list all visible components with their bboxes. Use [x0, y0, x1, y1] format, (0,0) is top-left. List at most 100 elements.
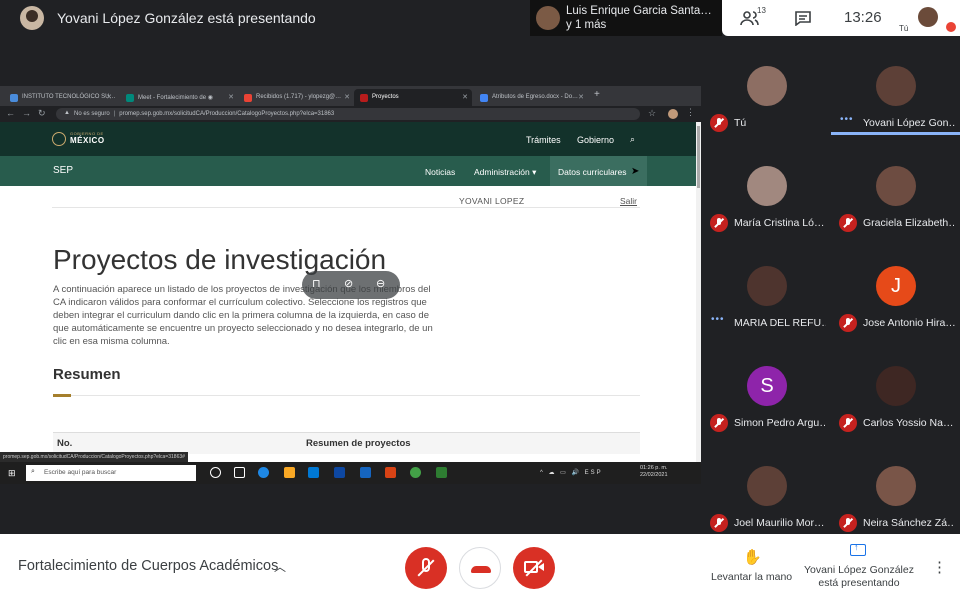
chrome-icon[interactable] [410, 467, 421, 478]
word-icon[interactable] [360, 467, 371, 478]
participant-tile[interactable]: Tú [702, 50, 831, 148]
browser-menu-icon[interactable]: ⋮ [686, 107, 695, 118]
present-screen-icon[interactable] [850, 542, 866, 556]
column-header-resumen: Resumen de proyectos [306, 438, 411, 449]
taskbar-date: 22/02/2021 [640, 472, 668, 478]
mic-off-icon [839, 414, 857, 432]
participant-tile[interactable]: J Jose Antonio Hira… [831, 250, 960, 348]
tab-close-icon[interactable]: ✕ [106, 93, 112, 101]
sep-logo[interactable]: SEP [53, 165, 73, 176]
taskbar-search-placeholder: Escribe aquí para buscar [44, 469, 117, 476]
url-separator: | [113, 111, 116, 117]
participant-tile[interactable]: María Cristina Ló… [702, 150, 831, 248]
search-icon[interactable]: ⌕ [630, 134, 635, 145]
participant-tile[interactable]: Carlos Yossio Na… [831, 350, 960, 448]
office-icon[interactable] [385, 467, 396, 478]
self-avatar[interactable] [918, 7, 938, 27]
mouse-cursor-icon: ➤ [631, 166, 640, 177]
participant-avatar [747, 266, 787, 306]
gov-logo-big[interactable]: MÉXICO [70, 136, 105, 145]
address-bar: ← → ↻ ▲ No es seguro | promep.sep.gob.mx/s… [0, 106, 701, 122]
nav-datos-curriculares[interactable]: Datos curriculares [558, 167, 627, 177]
tab-close-icon[interactable]: ✕ [344, 93, 350, 101]
raise-hand-button[interactable]: Levantar la mano [711, 571, 792, 583]
participant-name: Tú [734, 117, 747, 129]
warning-icon: ▲ [64, 110, 70, 116]
tab-close-icon[interactable]: ✕ [228, 93, 234, 101]
participant-tile[interactable]: ••• MARIA DEL REFU… [702, 250, 831, 348]
taskbar-search-input[interactable]: ⌕ Escribe aquí para buscar [26, 465, 196, 481]
participant-name: Simon Pedro Argu… [734, 417, 826, 429]
logout-link[interactable]: Salir [620, 196, 637, 206]
participant-name: Carlos Yossio Na… [863, 417, 954, 429]
active-speaker-box[interactable]: Luis Enrique Garcia Santa… y 1 más [530, 0, 722, 36]
system-tray[interactable]: ^ ☁ ▭ 🔊 ESP [540, 469, 603, 476]
store-icon[interactable] [308, 467, 319, 478]
browser-tab-1[interactable]: Meet - Fortalecimiento de ◉ ✕ [120, 89, 238, 106]
forward-icon[interactable]: → [22, 108, 31, 118]
section-title: Resumen [53, 366, 121, 383]
nav-tramites[interactable]: Trámites [526, 135, 561, 145]
pin-icon[interactable]: ⊓ [312, 277, 321, 290]
nav-gobierno[interactable]: Gobierno [577, 135, 614, 145]
remove-icon[interactable]: ⊖ [376, 277, 385, 290]
nav-noticias[interactable]: Noticias [425, 167, 455, 177]
scrollbar-thumb[interactable] [697, 126, 700, 188]
top-bar: Yovani López González está presentando L… [0, 0, 960, 36]
participant-tile[interactable]: ••• Yovani López Gon… [831, 50, 960, 148]
presenting-button[interactable]: Yovani López González está presentando [797, 564, 921, 590]
url-input[interactable]: ▲ No es seguro | promep.sep.gob.mx/solicit… [56, 108, 640, 120]
new-tab-icon[interactable]: + [594, 89, 600, 100]
camera-toggle-button[interactable] [513, 547, 555, 589]
file-explorer-icon[interactable] [284, 467, 295, 478]
tab-close-icon[interactable]: ✕ [578, 93, 584, 101]
participant-avatar [876, 66, 916, 106]
speaking-indicator-icon: ••• [711, 314, 725, 325]
hangup-button[interactable] [459, 547, 501, 589]
meeting-title[interactable]: Fortalecimiento de Cuerpos Académicos [18, 558, 278, 574]
tab-label: Proyectos [372, 94, 399, 100]
browser-tab-3[interactable]: Proyectos ✕ [354, 89, 472, 106]
mic-off-icon[interactable]: ⊘ [344, 277, 353, 290]
app-icon[interactable] [436, 467, 447, 478]
tab-close-icon[interactable]: ✕ [462, 93, 468, 101]
edge-icon[interactable] [258, 467, 269, 478]
participant-tile[interactable]: Graciela Elizabeth… [831, 150, 960, 248]
participant-name: Jose Antonio Hira… [863, 317, 955, 329]
chat-icon[interactable] [794, 10, 812, 26]
url-text: promep.sep.gob.mx/solicitudCA/Produccion… [119, 111, 335, 117]
logged-user: YOVANI LOPEZ [459, 196, 525, 206]
participant-avatar: J [876, 266, 916, 306]
tab-label: Meet - Fortalecimiento de ◉ [138, 95, 213, 101]
task-view-icon[interactable] [234, 467, 245, 478]
participant-name: María Cristina Ló… [734, 217, 825, 229]
chevron-up-icon[interactable]: ︿ [274, 558, 286, 575]
mail-icon[interactable] [334, 467, 345, 478]
presentation-controls: ⊓ ⊘ ⊖ [302, 271, 400, 299]
reload-icon[interactable]: ↻ [38, 108, 46, 119]
bookmark-star-icon[interactable]: ☆ [648, 108, 656, 119]
tab-favicon-icon [10, 94, 18, 102]
self-muted-badge [946, 22, 956, 32]
hand-icon[interactable]: ✋ [743, 548, 762, 566]
back-icon[interactable]: ← [6, 108, 15, 118]
divider [52, 207, 640, 208]
shared-screen: INSTITUTO TECNOLÓGICO SU… ✕ Meet - Forta… [0, 86, 701, 484]
browser-tab-0[interactable]: INSTITUTO TECNOLÓGICO SU… ✕ [4, 89, 116, 106]
cortana-icon[interactable] [210, 467, 221, 478]
gov-header: GOBIERNO DE MÉXICO Trámites Gobierno ⌕ [0, 122, 696, 156]
mic-toggle-button[interactable] [405, 547, 447, 589]
more-vert-icon[interactable]: ⋮ [932, 558, 947, 576]
participant-tile[interactable]: S Simon Pedro Argu… [702, 350, 831, 448]
profile-avatar[interactable] [668, 109, 678, 119]
participant-avatar [747, 166, 787, 206]
windows-start-icon[interactable]: ⊞ [8, 468, 16, 479]
taskbar-clock[interactable]: 01:26 p. m. 22/02/2021 [640, 465, 668, 479]
bottom-bar: Fortalecimiento de Cuerpos Académicos ︿ … [0, 534, 960, 600]
participant-name: MARIA DEL REFU… [734, 317, 826, 329]
nav-administracion[interactable]: Administración ▾ [474, 167, 536, 178]
browser-tab-bar: INSTITUTO TECNOLÓGICO SU… ✕ Meet - Forta… [0, 86, 701, 106]
tab-label: Recibidos (1.717) - ylopezg@… [256, 94, 342, 100]
browser-tab-2[interactable]: Recibidos (1.717) - ylopezg@… ✕ [238, 89, 354, 106]
browser-tab-4[interactable]: Atributos de Egreso.docx - Do… ✕ [474, 89, 588, 106]
